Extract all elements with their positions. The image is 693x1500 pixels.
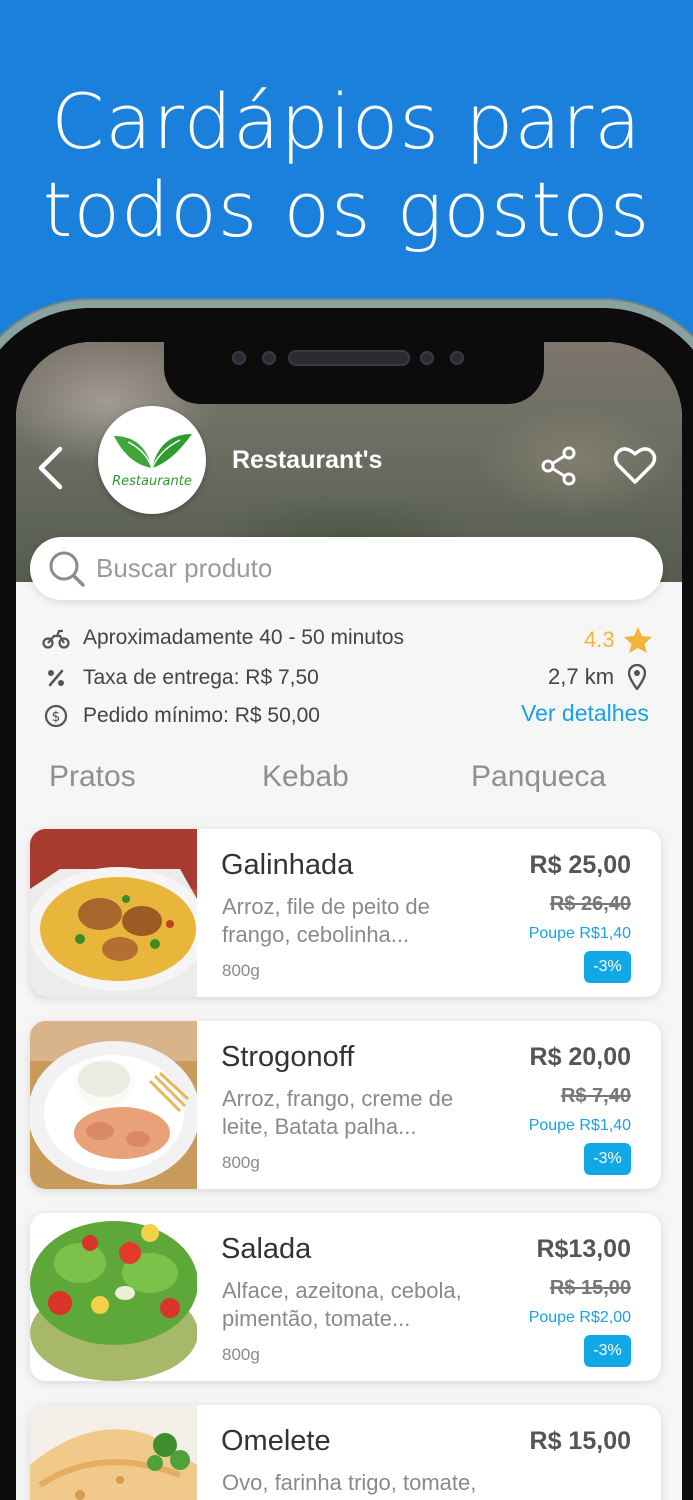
svg-text:$: $ bbox=[52, 709, 61, 725]
product-price: R$ 25,00 bbox=[529, 851, 631, 879]
tab-panqueca[interactable]: Panqueca bbox=[471, 760, 606, 794]
leaf-icon bbox=[114, 434, 192, 469]
discount-badge: -3% bbox=[584, 951, 631, 983]
rating-value: 4.3 bbox=[584, 627, 615, 652]
product-card[interactable]: Salada Alface, azeitona, cebola, pimentã… bbox=[30, 1213, 661, 1381]
sensor-dot bbox=[262, 351, 276, 365]
app-screen: Galinhada Arroz, file de peito de frango… bbox=[16, 342, 682, 1500]
front-camera bbox=[450, 351, 464, 365]
product-price: R$ 20,00 bbox=[529, 1043, 631, 1071]
product-weight: 800g bbox=[222, 961, 260, 980]
sensor-dot bbox=[420, 351, 434, 365]
restaurant-name: Restaurant's bbox=[232, 446, 383, 474]
product-description-line: pimentão, tomate... bbox=[222, 1306, 411, 1331]
star-icon bbox=[623, 627, 652, 653]
product-name: Galinhada bbox=[221, 849, 354, 881]
product-weight: 800g bbox=[222, 1345, 260, 1364]
min-order-row: $ Pedido mínimo: R$ 50,00 bbox=[42, 702, 320, 730]
product-description: Ovo, farinha trigo, tomate, bbox=[222, 1469, 492, 1497]
product-description-line: Arroz, frango, creme de bbox=[222, 1086, 454, 1111]
product-name: Strogonoff bbox=[221, 1041, 355, 1073]
share-icon[interactable] bbox=[540, 446, 578, 486]
details-link[interactable]: Ver detalhes bbox=[521, 700, 649, 727]
min-order: Pedido mínimo: R$ 50,00 bbox=[83, 704, 320, 727]
product-description: Arroz, file de peito de frango, cebolinh… bbox=[222, 893, 492, 949]
promo-line-2: todos os gostos bbox=[42, 165, 651, 254]
product-description-line: Arroz, file de peito de bbox=[222, 894, 430, 919]
product-card[interactable]: Strogonoff Arroz, frango, creme de leite… bbox=[30, 1021, 661, 1189]
search-icon bbox=[49, 551, 85, 587]
product-description-line: leite, Batata palha... bbox=[222, 1114, 417, 1139]
promo-headline: Cardápios para todos os gostos bbox=[0, 78, 693, 254]
discount-badge: -3% bbox=[584, 1143, 631, 1175]
salada-image bbox=[30, 1213, 197, 1381]
product-weight: 800g bbox=[222, 1153, 260, 1172]
strogonoff-image bbox=[30, 1021, 197, 1189]
promo-line-1: Cardápios para bbox=[51, 77, 642, 166]
product-card[interactable]: Omelete Ovo, farinha trigo, tomate, R$ 1… bbox=[30, 1405, 661, 1500]
distance-value: 2,7 km bbox=[548, 664, 615, 689]
product-savings: Poupe R$2,00 bbox=[528, 1309, 631, 1326]
product-description: Alface, azeitona, cebola, pimentão, toma… bbox=[222, 1277, 492, 1333]
search-input[interactable] bbox=[96, 547, 636, 589]
percent-icon bbox=[48, 669, 64, 687]
omelete-image bbox=[30, 1405, 197, 1500]
product-description-line: Alface, azeitona, cebola, bbox=[222, 1278, 462, 1303]
motorcycle-icon bbox=[42, 629, 70, 649]
product-savings: Poupe R$1,40 bbox=[528, 1117, 631, 1134]
delivery-fee: Taxa de entrega: R$ 7,50 bbox=[83, 666, 319, 689]
product-savings: Poupe R$1,40 bbox=[528, 925, 631, 942]
search-bar[interactable] bbox=[30, 537, 663, 600]
distance: 2,7 km bbox=[548, 664, 647, 690]
product-card[interactable]: Galinhada Arroz, file de peito de frango… bbox=[30, 829, 661, 997]
delivery-time-row: Aproximadamente 40 - 50 minutos bbox=[42, 624, 404, 652]
product-description-line: frango, cebolinha... bbox=[222, 922, 410, 947]
back-icon[interactable] bbox=[36, 446, 66, 490]
product-old-price: R$ 26,40 bbox=[549, 893, 631, 915]
product-description: Arroz, frango, creme de leite, Batata pa… bbox=[222, 1085, 492, 1141]
product-name: Omelete bbox=[221, 1425, 331, 1457]
discount-badge: -3% bbox=[584, 1335, 631, 1367]
rating: 4.3 bbox=[584, 626, 653, 654]
galinhada-image bbox=[30, 829, 197, 997]
delivery-time: Aproximadamente 40 - 50 minutos bbox=[83, 626, 404, 649]
location-pin-icon bbox=[628, 664, 647, 690]
phone-speaker bbox=[288, 350, 410, 366]
restaurant-logo: Restaurante bbox=[98, 406, 206, 514]
product-description-line: Ovo, farinha trigo, tomate, bbox=[222, 1470, 477, 1495]
product-price: R$13,00 bbox=[536, 1235, 631, 1263]
product-price: R$ 15,00 bbox=[529, 1427, 631, 1455]
sensor-dot bbox=[232, 351, 246, 365]
product-old-price: R$ 7,40 bbox=[560, 1085, 631, 1107]
product-name: Salada bbox=[221, 1233, 312, 1265]
delivery-fee-row: Taxa de entrega: R$ 7,50 bbox=[42, 664, 319, 692]
product-old-price: R$ 15,00 bbox=[549, 1277, 631, 1299]
heart-icon[interactable] bbox=[613, 444, 657, 486]
dollar-icon: $ bbox=[44, 704, 68, 728]
tab-kebab[interactable]: Kebab bbox=[262, 760, 349, 794]
logo-label: Restaurante bbox=[112, 474, 192, 489]
tab-pratos[interactable]: Pratos bbox=[49, 760, 136, 794]
